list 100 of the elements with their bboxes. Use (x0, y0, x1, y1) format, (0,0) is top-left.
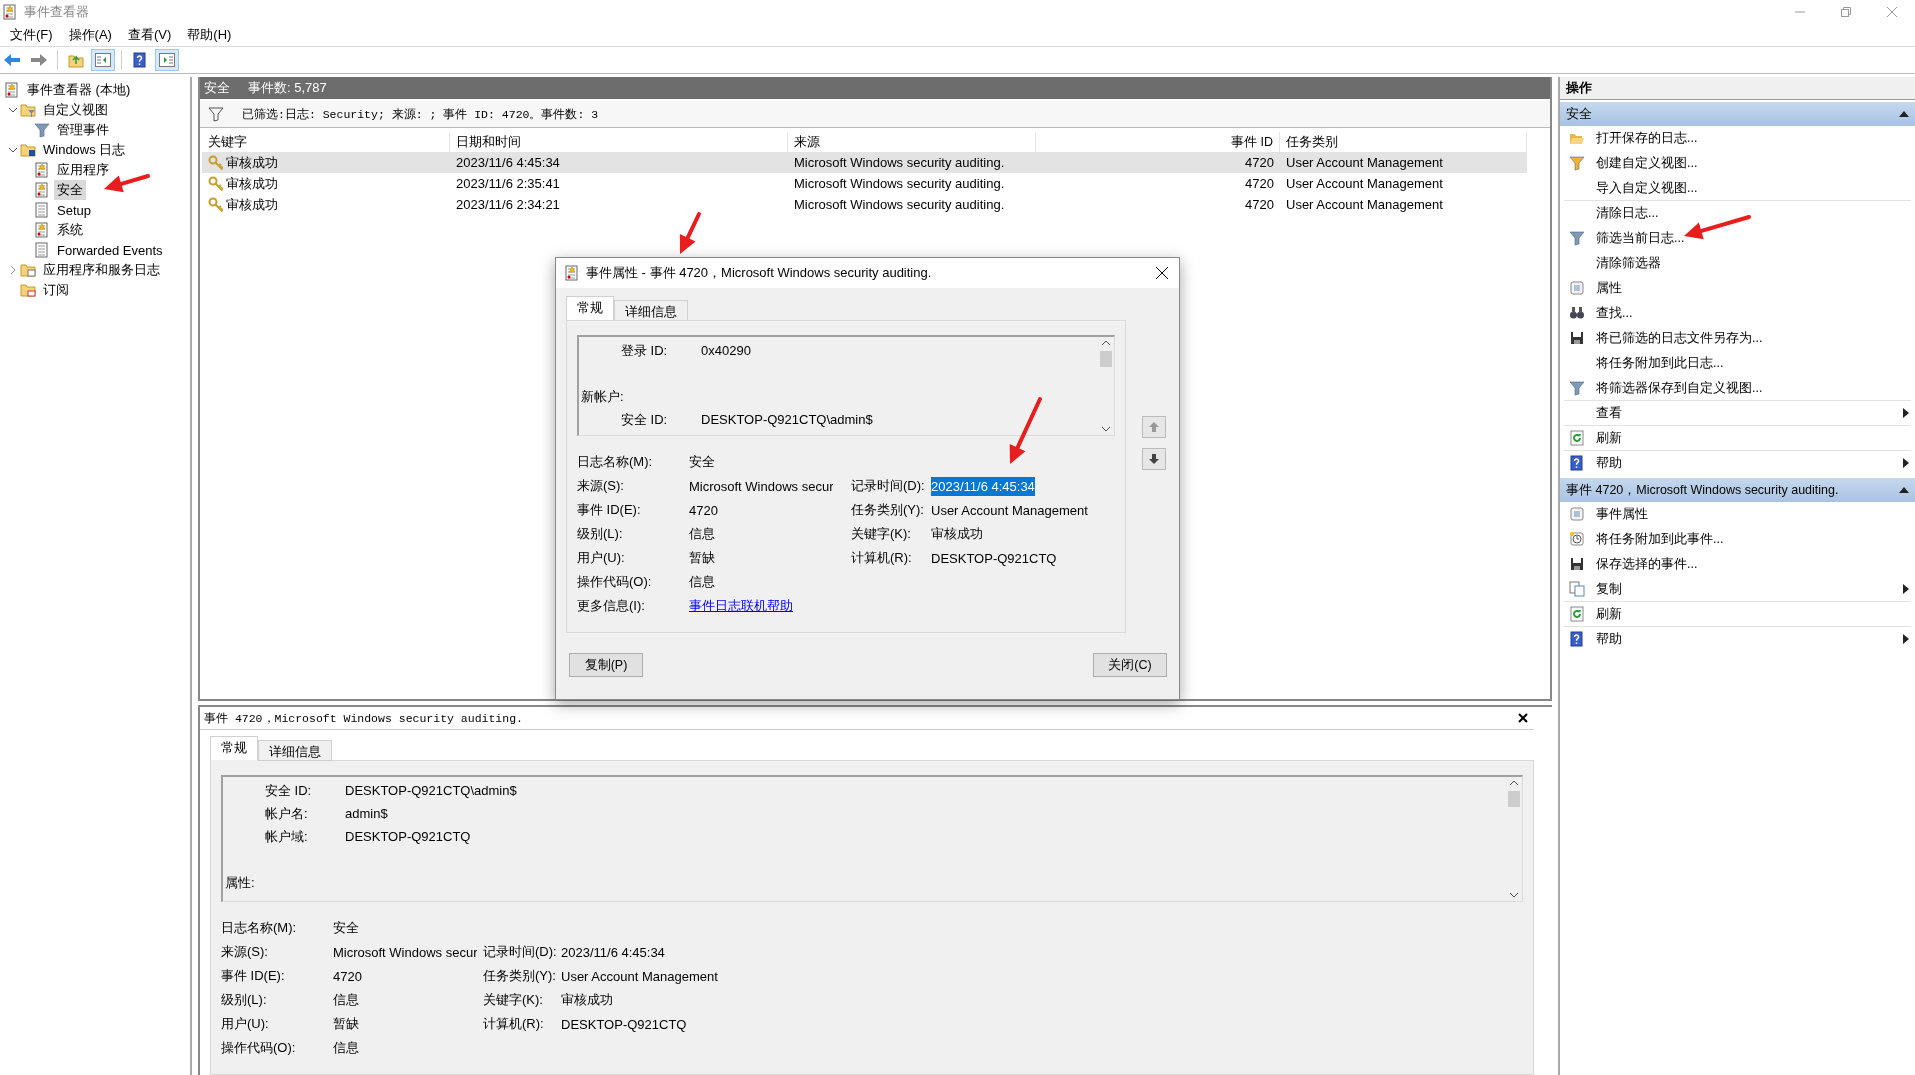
filter-icon (208, 106, 224, 122)
tree-item[interactable]: 管理事件 (54, 120, 112, 140)
field-label: 任务类别(Y): (851, 501, 925, 519)
action-link[interactable]: 将已筛选的日志文件另存为... (1596, 329, 1763, 347)
table-cell[interactable]: User Account Management (1280, 173, 1527, 194)
close-icon[interactable] (1518, 713, 1528, 723)
action-link[interactable]: 导入自定义视图... (1596, 179, 1698, 197)
action-link[interactable]: 创建自定义视图... (1596, 154, 1698, 172)
field-value: DESKTOP-Q921CTQ (931, 549, 1057, 568)
tree-item[interactable]: 系统 (54, 220, 86, 240)
help-icon[interactable] (132, 52, 148, 68)
filter-icon (1569, 380, 1585, 396)
tree-item[interactable]: Setup (54, 201, 94, 219)
field-value: 暂缺 (689, 549, 715, 567)
action-link[interactable]: 事件属性 (1596, 505, 1648, 523)
chevron-down-icon[interactable] (8, 105, 18, 115)
action-pane-button[interactable] (155, 49, 179, 71)
previous-event-button[interactable] (1142, 416, 1166, 438)
field-value: 暂缺 (333, 1015, 359, 1033)
scroll-thumb[interactable] (1507, 791, 1520, 807)
table-cell[interactable]: 2023/11/6 2:34:21 (450, 194, 788, 215)
table-cell[interactable]: 审核成功 (202, 194, 450, 215)
tree-item[interactable]: 应用程序 (54, 160, 112, 180)
next-event-button[interactable] (1142, 448, 1166, 470)
table-cell[interactable]: 4720 (1036, 173, 1280, 194)
table-cell[interactable]: User Account Management (1280, 194, 1527, 215)
action-link[interactable]: 复制 (1596, 580, 1622, 598)
field-value: 安全 (689, 453, 715, 471)
tree-item[interactable]: 安全 (54, 180, 86, 200)
action-link[interactable]: 刷新 (1596, 605, 1622, 623)
menu-item[interactable]: 操作(A) (60, 26, 120, 44)
action-link[interactable]: 将任务附加到此事件... (1596, 530, 1724, 548)
submenu-arrow-icon (1903, 634, 1909, 644)
tab[interactable]: 详细信息 (258, 740, 332, 761)
table-cell[interactable]: 2023/11/6 4:45:34 (450, 152, 788, 173)
tree-item[interactable]: 订阅 (40, 280, 72, 300)
help-link[interactable]: 事件日志联机帮助 (689, 596, 793, 616)
restore-icon[interactable] (1841, 7, 1851, 17)
folder-up-icon[interactable] (68, 52, 84, 68)
event-count: 事件数: 5,787 (248, 79, 327, 97)
action-link[interactable]: 帮助 (1596, 454, 1622, 472)
submenu-arrow-icon (1903, 458, 1909, 468)
scroll-up-icon[interactable] (1100, 339, 1111, 347)
message-label: 帐户名: (264, 804, 309, 823)
table-cell[interactable]: Microsoft Windows security auditing. (788, 152, 1036, 173)
action-link[interactable]: 查找... (1596, 304, 1633, 322)
action-link[interactable]: 将任务附加到此日志... (1596, 354, 1724, 372)
table-cell[interactable]: Microsoft Windows security auditing. (788, 194, 1036, 215)
message-label: 安全 ID: (620, 410, 669, 429)
back-arrow-icon[interactable] (3, 53, 21, 67)
action-link[interactable]: 清除日志... (1596, 204, 1659, 222)
action-link[interactable]: 查看 (1596, 404, 1622, 422)
scroll-thumb[interactable] (1099, 351, 1112, 367)
tree-item[interactable]: Windows 日志 (40, 140, 129, 160)
action-link[interactable]: 帮助 (1596, 630, 1622, 648)
scroll-down-icon[interactable] (1508, 891, 1519, 899)
field-label: 事件 ID(E): (221, 967, 286, 985)
table-cell[interactable]: Microsoft Windows security auditing. (788, 173, 1036, 194)
action-link[interactable]: 清除筛选器 (1596, 254, 1661, 272)
chevron-down-icon[interactable] (8, 145, 18, 155)
field-value: Microsoft Windows secur (333, 943, 478, 962)
tree-item[interactable]: 应用程序和服务日志 (40, 260, 163, 280)
close-icon[interactable] (1156, 267, 1168, 279)
action-link[interactable]: 保存选择的事件... (1596, 555, 1698, 573)
table-cell[interactable]: 4720 (1036, 194, 1280, 215)
table-cell[interactable]: 4720 (1036, 152, 1280, 173)
save-icon (1569, 330, 1585, 346)
scroll-down-icon[interactable] (1100, 425, 1111, 433)
menu-item[interactable]: 查看(V) (119, 26, 180, 44)
section-header[interactable]: 安全 (1560, 102, 1915, 126)
menu-item[interactable]: 帮助(H) (179, 26, 240, 44)
filter-description: 已筛选:日志: Security; 来源: ; 事件 ID: 4720。事件数: 3 (242, 106, 599, 122)
table-cell[interactable]: 2023/11/6 2:35:41 (450, 173, 788, 194)
tree-item[interactable]: Forwarded Events (54, 241, 166, 259)
dialog-button[interactable]: 复制(P) (569, 653, 643, 677)
action-link[interactable]: 属性 (1596, 279, 1622, 297)
tree-item[interactable]: 事件查看器 (本地) (24, 80, 134, 100)
field-label: 记录时间(D): (483, 943, 558, 961)
tab[interactable]: 详细信息 (614, 300, 688, 321)
action-link[interactable]: 打开保存的日志... (1596, 129, 1698, 147)
help-icon (1569, 631, 1585, 647)
dialog-button[interactable]: 关闭(C) (1093, 653, 1167, 677)
filter-icon (1569, 230, 1585, 246)
table-cell[interactable]: User Account Management (1280, 152, 1527, 173)
tree-toggle-button[interactable] (91, 49, 115, 71)
tree-item[interactable]: 自定义视图 (40, 100, 111, 120)
table-cell[interactable]: 审核成功 (202, 173, 450, 194)
forward-arrow-icon[interactable] (30, 53, 48, 67)
field-label: 操作代码(O): (221, 1039, 297, 1057)
table-cell[interactable]: 审核成功 (202, 152, 450, 173)
action-link[interactable]: 筛选当前日志... (1596, 229, 1685, 247)
scroll-up-icon[interactable] (1508, 779, 1519, 787)
action-link[interactable]: 刷新 (1596, 429, 1622, 447)
action-link[interactable]: 将筛选器保存到自定义视图... (1596, 379, 1763, 397)
chevron-right-icon[interactable] (8, 265, 18, 275)
section-header[interactable]: 事件 4720，Microsoft Windows security auditing. (1560, 478, 1915, 502)
submenu-arrow-icon (1903, 408, 1909, 418)
tab[interactable]: 常规 (566, 296, 614, 321)
tab[interactable]: 常规 (210, 736, 258, 761)
menu-item[interactable]: 文件(F) (2, 26, 61, 44)
